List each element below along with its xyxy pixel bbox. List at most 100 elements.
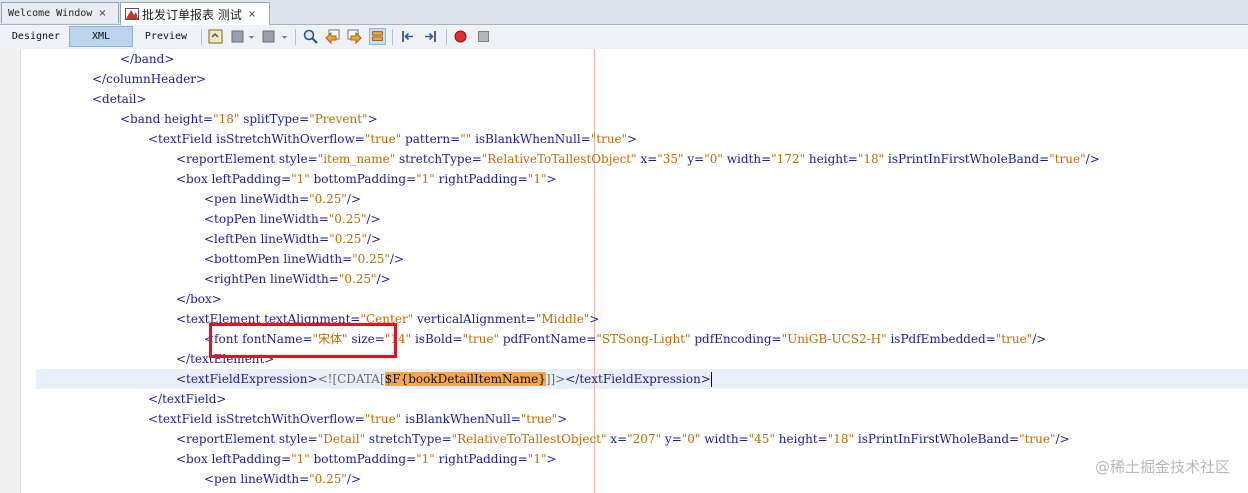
code-token: "1" — [291, 172, 310, 186]
toggle-highlight-icon[interactable] — [369, 28, 386, 45]
code-token: <textField — [148, 132, 217, 146]
code-line[interactable]: </textField> — [148, 389, 226, 409]
source-icon[interactable] — [207, 28, 224, 45]
annotation-highlight-box — [209, 323, 397, 358]
code-token: "true" — [1019, 432, 1056, 446]
close-icon[interactable]: × — [98, 8, 106, 19]
insert-icon[interactable] — [229, 28, 246, 45]
code-line[interactable]: </columnHeader> — [92, 69, 206, 89]
code-line[interactable]: <pen lineWidth="0.25"/> — [204, 189, 361, 209]
code-line[interactable]: <reportElement style="Detail" stretchTyp… — [176, 429, 1070, 449]
code-token: "0.25" — [352, 252, 390, 266]
code-token: x= — [606, 432, 628, 446]
code-token: </box> — [176, 292, 222, 306]
report-icon — [125, 8, 139, 20]
code-token: leftPadding= — [211, 452, 292, 466]
find-icon[interactable] — [302, 28, 319, 45]
code-token: "0" — [704, 152, 723, 166]
code-token: height= — [774, 432, 828, 446]
tab-report-test[interactable]: 批发订单报表 测试 × — [120, 2, 270, 25]
code-line[interactable]: <topPen lineWidth="0.25"/> — [204, 209, 381, 229]
close-icon[interactable]: × — [248, 9, 256, 20]
code-line[interactable]: <leftPen lineWidth="0.25"/> — [204, 229, 381, 249]
code-token: stretchType= — [365, 432, 452, 446]
code-token: <box — [176, 452, 212, 466]
xml-view-button[interactable]: XML — [69, 26, 133, 47]
code-token: "true" — [462, 332, 500, 346]
designer-view-button[interactable]: Designer — [4, 26, 68, 47]
line-gutter — [0, 49, 21, 493]
code-token: <textFieldExpression> — [176, 372, 318, 386]
code-token: "35" — [657, 152, 684, 166]
code-token: </band> — [120, 52, 175, 66]
code-token: "" — [460, 132, 472, 146]
code-token: lineWidth= — [270, 272, 339, 286]
find-next-icon[interactable] — [346, 28, 363, 45]
code-token: /> — [366, 212, 381, 226]
code-token: width= — [700, 432, 749, 446]
code-token: <pen — [204, 192, 241, 206]
code-token: lineWidth= — [260, 232, 330, 246]
code-token: lineWidth= — [259, 212, 329, 226]
code-token: <topPen — [204, 212, 260, 226]
code-line[interactable]: <rightPen lineWidth="0.25"/> — [204, 269, 391, 289]
code-line[interactable]: <detail> — [92, 89, 147, 109]
code-line[interactable]: <textField isStretchWithOverflow="true" … — [148, 129, 637, 149]
code-token: "0.25" — [309, 472, 347, 486]
toolbar-separator — [392, 29, 393, 45]
code-line[interactable]: <bottomPen lineWidth="0.25"/> — [204, 249, 404, 269]
field-expression-highlight: $F{bookDetailItemName} — [384, 372, 546, 386]
code-line[interactable]: <reportElement style="item_name" stretch… — [176, 149, 1100, 169]
code-token: > — [557, 412, 568, 426]
code-token: pattern= — [401, 132, 461, 146]
code-token: <pen — [204, 472, 241, 486]
stop-macro-icon[interactable] — [475, 28, 492, 45]
code-token: <rightPen — [204, 272, 271, 286]
shift-left-icon[interactable] — [399, 28, 416, 45]
insert2-dropdown-icon[interactable] — [280, 28, 289, 45]
code-line[interactable]: <pen lineWidth="0.25"/> — [204, 469, 361, 489]
xml-editor[interactable]: </band> </columnHeader> <detail> <band heig… — [0, 49, 1248, 493]
code-token: "18" — [827, 432, 855, 446]
code-token: /> — [1055, 432, 1070, 446]
code-token: <![CDATA[ — [317, 372, 385, 386]
code-token: <textField — [148, 412, 217, 426]
code-token: height= — [805, 152, 858, 166]
code-line[interactable]: </band> — [120, 49, 174, 69]
find-prev-icon[interactable] — [324, 28, 341, 45]
insert2-icon[interactable] — [260, 28, 277, 45]
record-macro-icon[interactable] — [452, 28, 469, 45]
code-line[interactable]: </box> — [176, 289, 222, 309]
code-line[interactable]: <box leftPadding="1" bottomPadding="1" r… — [176, 449, 557, 469]
shift-right-icon[interactable] — [422, 28, 439, 45]
tab-welcome-window[interactable]: Welcome Window × — [1, 2, 119, 23]
editor-tab-bar: Welcome Window × 批发订单报表 测试 × — [0, 0, 1248, 25]
code-token: "1" — [416, 172, 435, 186]
right-margin-line — [594, 49, 595, 493]
code-token: "true" — [1049, 152, 1086, 166]
code-line[interactable]: <textFieldExpression><![CDATA[$F{bookDet… — [176, 369, 712, 389]
code-line[interactable]: <textField isStretchWithOverflow="true" … — [148, 409, 567, 429]
code-token: "45" — [748, 432, 775, 446]
toolbar-separator — [446, 29, 447, 45]
code-token: /> — [346, 192, 362, 206]
code-token: "item_name" — [317, 152, 396, 166]
code-token: ]]> — [545, 372, 566, 386]
code-token: > — [546, 172, 557, 186]
code-token: "0" — [681, 432, 701, 446]
code-token: "true" — [995, 332, 1033, 346]
code-token: /> — [366, 232, 382, 246]
code-token: </textFieldExpression> — [565, 372, 711, 386]
tab-label: 批发订单报表 测试 — [142, 7, 242, 22]
code-line[interactable]: <box leftPadding="1" bottomPadding="1" r… — [176, 169, 557, 189]
code-token: pdfEncoding= — [690, 332, 782, 346]
code-token: "UniGB-UCS2-H" — [781, 332, 887, 346]
code-token: width= — [722, 152, 772, 166]
insert-dropdown-icon[interactable] — [247, 28, 256, 45]
code-token: "true" — [590, 132, 628, 146]
preview-view-button[interactable]: Preview — [134, 26, 198, 47]
code-line[interactable]: <band height="18" splitType="Prevent"> — [120, 109, 378, 129]
code-token: bottomPadding= — [309, 172, 417, 186]
code-token: /> — [1085, 152, 1100, 166]
code-token: "0.25" — [328, 212, 367, 226]
